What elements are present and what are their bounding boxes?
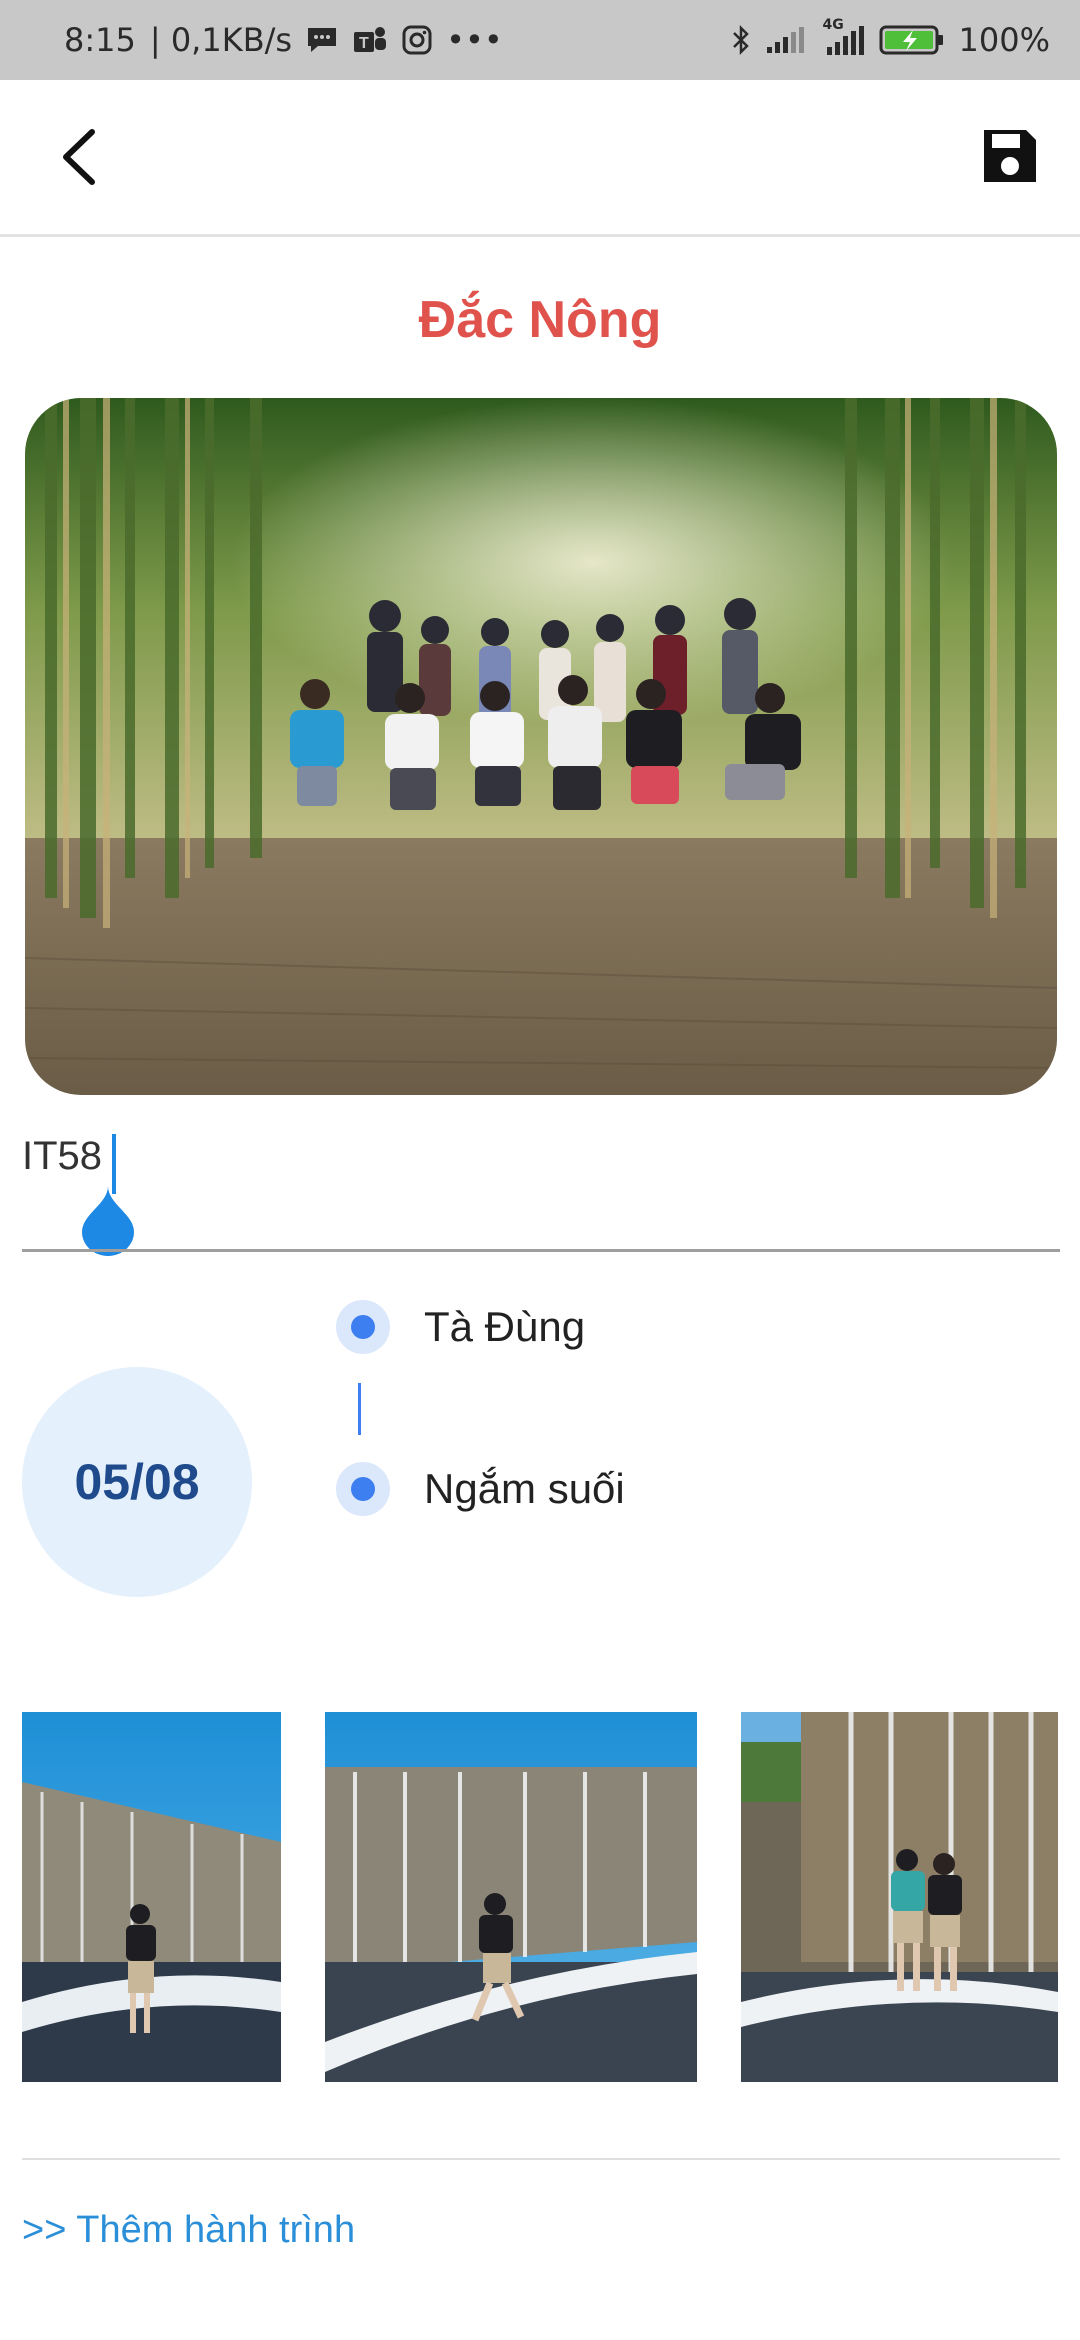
status-bar: 8:15 | 0,1KB/s T ••• 4G 100% — [0, 0, 1080, 80]
timeline-stop-label: Ngắm suối — [424, 1465, 625, 1512]
timeline-dot-icon — [336, 1300, 390, 1354]
timeline-stop-label: Tà Đùng — [424, 1303, 586, 1350]
trip-date: 05/08 — [74, 1454, 200, 1510]
status-left: 8:15 | 0,1KB/s T ••• — [64, 21, 503, 59]
network-speed: | 0,1KB/s — [149, 21, 293, 59]
battery-level: 100% — [958, 21, 1050, 59]
network-type: 4G — [822, 17, 844, 33]
hero-photo[interactable] — [25, 398, 1057, 1095]
section-divider — [22, 2158, 1060, 2160]
timeline-item[interactable]: Tà Đùng — [336, 1300, 585, 1354]
instagram-icon — [402, 25, 432, 55]
timeline-connector — [358, 1383, 361, 1435]
status-right: 4G 100% — [731, 17, 1050, 59]
timeline-dot-icon — [336, 1462, 390, 1516]
status-time: 8:15 — [64, 21, 136, 59]
page-title: Đắc Nông — [418, 291, 662, 349]
timeline-item[interactable]: Ngắm suối — [336, 1462, 625, 1516]
back-button[interactable] — [50, 122, 120, 192]
photo-thumbnail[interactable] — [741, 1712, 1058, 2082]
caption-input-value: IT58 — [22, 1134, 103, 1178]
date-badge: 05/08 — [22, 1367, 252, 1597]
caption-input[interactable]: IT58 — [22, 1120, 1060, 1256]
save-button[interactable] — [980, 126, 1040, 186]
photo-thumbnail[interactable] — [22, 1712, 281, 2082]
add-trip-link[interactable]: >> Thêm hành trình — [22, 2209, 355, 2252]
bluetooth-icon — [731, 24, 751, 56]
teams-icon: T — [352, 24, 388, 56]
input-underline — [22, 1249, 1060, 1252]
photo-thumbnail[interactable] — [325, 1712, 697, 2082]
message-icon — [306, 26, 338, 54]
signal-4g-icon: 4G — [819, 17, 865, 57]
app-bar — [0, 80, 1080, 237]
back-chevron-icon — [63, 129, 95, 185]
text-cursor-handle[interactable] — [80, 1186, 136, 1256]
battery-charging-icon — [879, 24, 945, 56]
save-icon — [984, 130, 1036, 182]
signal-icon — [765, 25, 805, 55]
text-caret — [112, 1134, 116, 1194]
svg-text:T: T — [359, 35, 369, 52]
more-notifications: ••• — [446, 21, 503, 59]
